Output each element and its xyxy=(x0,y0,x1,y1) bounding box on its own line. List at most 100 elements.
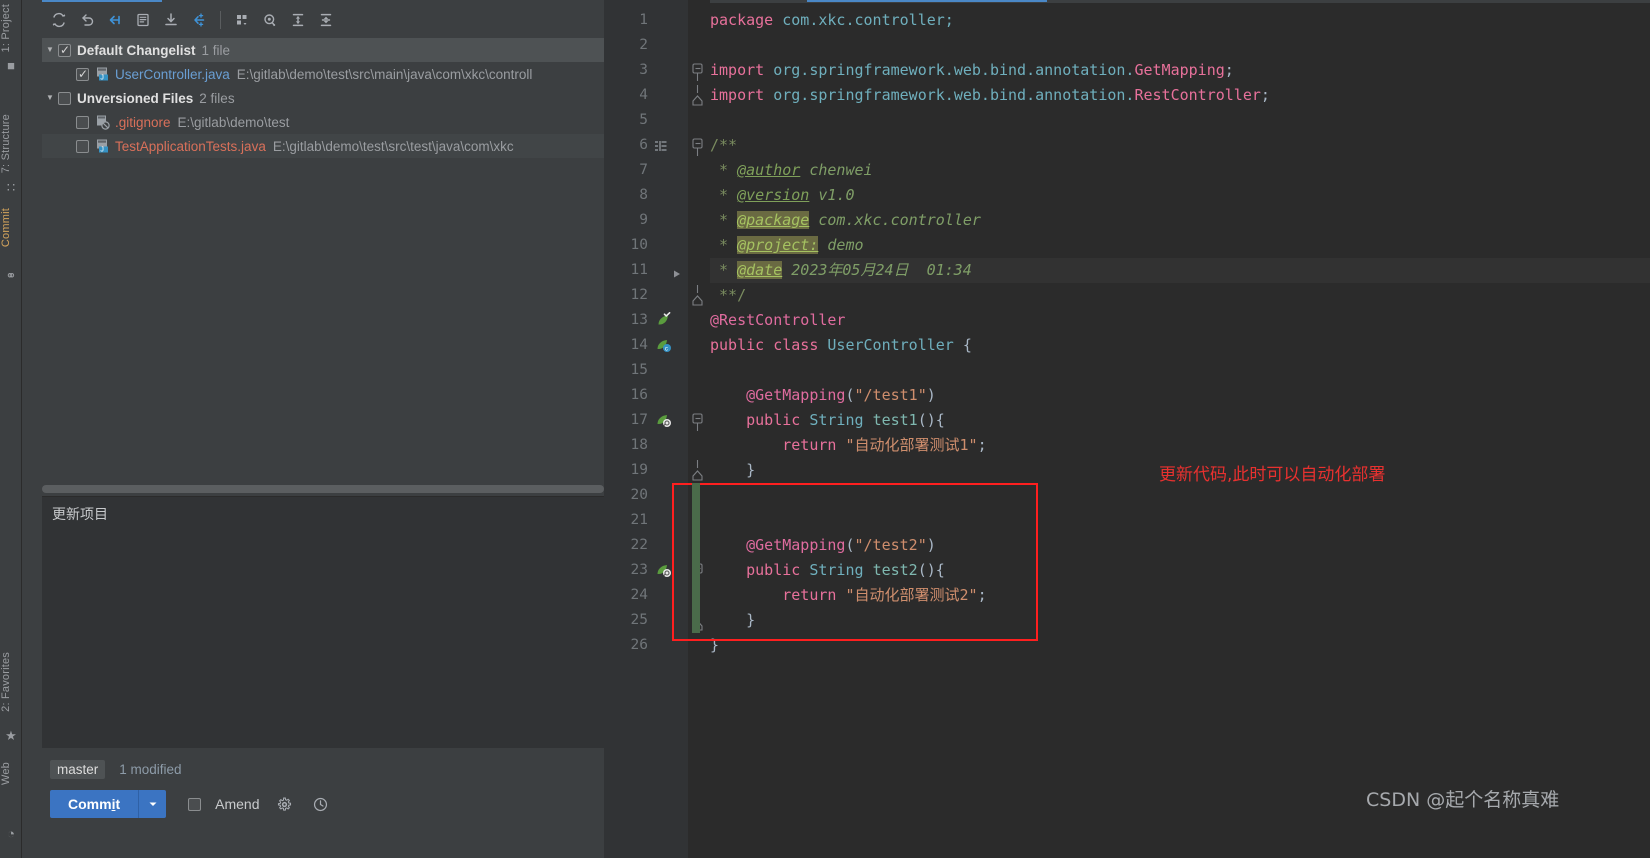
unversioned-group[interactable]: ▼ Unversioned Files 2 files xyxy=(42,86,604,110)
fold-end-icon[interactable] xyxy=(690,283,705,308)
rollback-icon[interactable] xyxy=(74,7,100,33)
code-line: * @package com.xkc.controller xyxy=(710,208,981,233)
move-to-changelist-icon[interactable] xyxy=(186,7,212,33)
tool-tab-web[interactable]: Web xyxy=(0,760,22,787)
code-line: public class UserController { xyxy=(710,333,972,358)
code-token: return xyxy=(782,436,846,454)
editor-code-area[interactable]: package com.xkc.controller; import org.sp… xyxy=(710,0,1650,858)
spring-bean-icon[interactable]: c xyxy=(656,337,672,353)
bean-check-icon[interactable] xyxy=(656,312,672,328)
code-token: String xyxy=(809,411,873,429)
commit-settings-gear-icon[interactable] xyxy=(273,793,295,815)
editor-fold-column[interactable] xyxy=(688,0,710,858)
line-number: 14 xyxy=(630,337,648,353)
editor-gutter[interactable]: 1 2 3 4 5 6 7 8 9 10 11 12 13 14 c 15 16 17 18 19 20 21 22 23 24… xyxy=(604,0,688,858)
run-marker-icon[interactable] xyxy=(672,266,682,284)
changed-line-marker[interactable] xyxy=(692,558,700,583)
changes-tree-file-row[interactable]: .gitignore E:\gitlab\demo\test xyxy=(42,110,604,134)
file-checkbox[interactable] xyxy=(76,115,89,129)
line-number: 20 xyxy=(630,487,648,503)
changed-line-marker[interactable] xyxy=(692,583,700,608)
tool-tab-commit[interactable]: Commit xyxy=(0,206,22,249)
code-token: (){ xyxy=(917,411,945,429)
line-number: 26 xyxy=(630,637,648,653)
tool-tab-favorites[interactable]: 2: Favorites xyxy=(0,650,22,714)
code-line: @GetMapping("/test1") xyxy=(710,383,936,408)
file-checkbox[interactable] xyxy=(76,66,89,82)
changelist-label: Unversioned Files xyxy=(77,90,194,106)
ignored-file-icon xyxy=(95,114,115,130)
branch-chip[interactable]: master xyxy=(50,760,106,779)
line-number: 8 xyxy=(639,187,648,203)
fold-end-icon[interactable] xyxy=(690,83,705,108)
refresh-changes-icon[interactable] xyxy=(46,7,72,33)
tree-expand-arrow-icon[interactable]: ▼ xyxy=(42,38,58,62)
changelist-label: Default Changelist xyxy=(77,42,196,58)
code-line: * @author chenwei xyxy=(710,158,873,183)
code-token: **/ xyxy=(710,286,747,304)
changed-line-marker[interactable] xyxy=(692,533,700,558)
line-number: 7 xyxy=(639,162,648,178)
tool-tab-project[interactable]: 1: Project xyxy=(0,2,22,54)
commit-message-box[interactable]: 更新项目 xyxy=(42,496,626,748)
commit-bottom-bar: master 1 modified Comm i t Amend xyxy=(22,748,604,858)
collapse-all-icon[interactable] xyxy=(313,7,339,33)
code-token: "/test2" xyxy=(854,536,927,554)
folder-icon: ■ xyxy=(7,58,15,73)
commit-message-text[interactable]: 更新项目 xyxy=(42,497,626,531)
code-token: v1.0 xyxy=(809,186,855,204)
changelist-checkbox[interactable] xyxy=(58,42,71,58)
spring-mapping-icon[interactable] xyxy=(656,562,672,578)
preview-diff-icon[interactable] xyxy=(257,7,283,33)
changelist-checkbox[interactable] xyxy=(58,91,71,105)
java-class-icon: J xyxy=(97,67,108,82)
changed-line-marker[interactable] xyxy=(692,483,700,508)
expand-all-icon[interactable] xyxy=(285,7,311,33)
commit-options-dropdown[interactable] xyxy=(138,790,167,818)
changelist-group[interactable]: ▼ Default Changelist 1 file xyxy=(42,38,604,62)
changes-tree-file-row[interactable]: J UserController.java E:\gitlab\demo\test\… xyxy=(42,62,604,86)
code-token: } xyxy=(710,461,756,479)
commit-history-clock-icon[interactable] xyxy=(309,793,331,815)
group-by-icon[interactable] xyxy=(229,7,255,33)
spring-mapping-icon[interactable] xyxy=(656,412,672,428)
update-project-icon[interactable] xyxy=(158,7,184,33)
changes-tree-file-row[interactable]: J TestApplicationTests.java E:\gitlab\demo… xyxy=(42,134,604,158)
fold-start-icon[interactable] xyxy=(690,133,705,158)
changes-tree[interactable]: ▼ Default Changelist 1 file J UserController… xyxy=(42,38,604,486)
file-checkbox[interactable] xyxy=(76,139,89,153)
changes-horizontal-scrollbar[interactable] xyxy=(42,484,604,494)
commit-button[interactable]: Comm i t xyxy=(50,790,139,818)
shelve-silently-icon[interactable] xyxy=(102,7,128,33)
structure-icon: ∷ xyxy=(6,180,16,195)
amend-checkbox[interactable] xyxy=(188,797,202,811)
javadoc-marker-icon xyxy=(654,139,668,151)
line-number: 15 xyxy=(630,362,648,378)
code-token: com.xkc.controller xyxy=(809,211,981,229)
tool-tab-structure[interactable]: 7: Structure xyxy=(0,112,22,175)
amend-option[interactable]: Amend xyxy=(188,796,259,812)
fold-end-icon[interactable] xyxy=(690,458,705,483)
code-token: @RestController xyxy=(710,311,846,329)
commit-button-label-b: t xyxy=(115,796,121,812)
commit-tool-window: ▼ Default Changelist 1 file J UserController… xyxy=(22,0,626,858)
show-diff-icon[interactable] xyxy=(130,7,156,33)
changed-line-marker[interactable] xyxy=(692,508,700,533)
line-number: 25 xyxy=(630,612,648,628)
line-number: 2 xyxy=(639,37,648,53)
changed-line-marker[interactable] xyxy=(692,608,700,633)
fold-start-icon[interactable] xyxy=(690,58,705,83)
code-line: public String test1(){ xyxy=(710,408,945,433)
code-editor[interactable]: 1 2 3 4 5 6 7 8 9 10 11 12 13 14 c 15 16 17 18 19 20 21 22 23 24… xyxy=(604,0,1650,858)
line-number: 16 xyxy=(630,387,648,403)
panel-tab-underline xyxy=(22,0,604,3)
fold-start-icon[interactable] xyxy=(690,408,705,433)
code-token: public xyxy=(746,561,810,579)
code-token: { xyxy=(962,336,972,354)
code-token: UserController xyxy=(827,336,963,354)
tree-expand-arrow-icon[interactable]: ▼ xyxy=(42,86,58,110)
amend-label: Amend xyxy=(215,796,260,812)
